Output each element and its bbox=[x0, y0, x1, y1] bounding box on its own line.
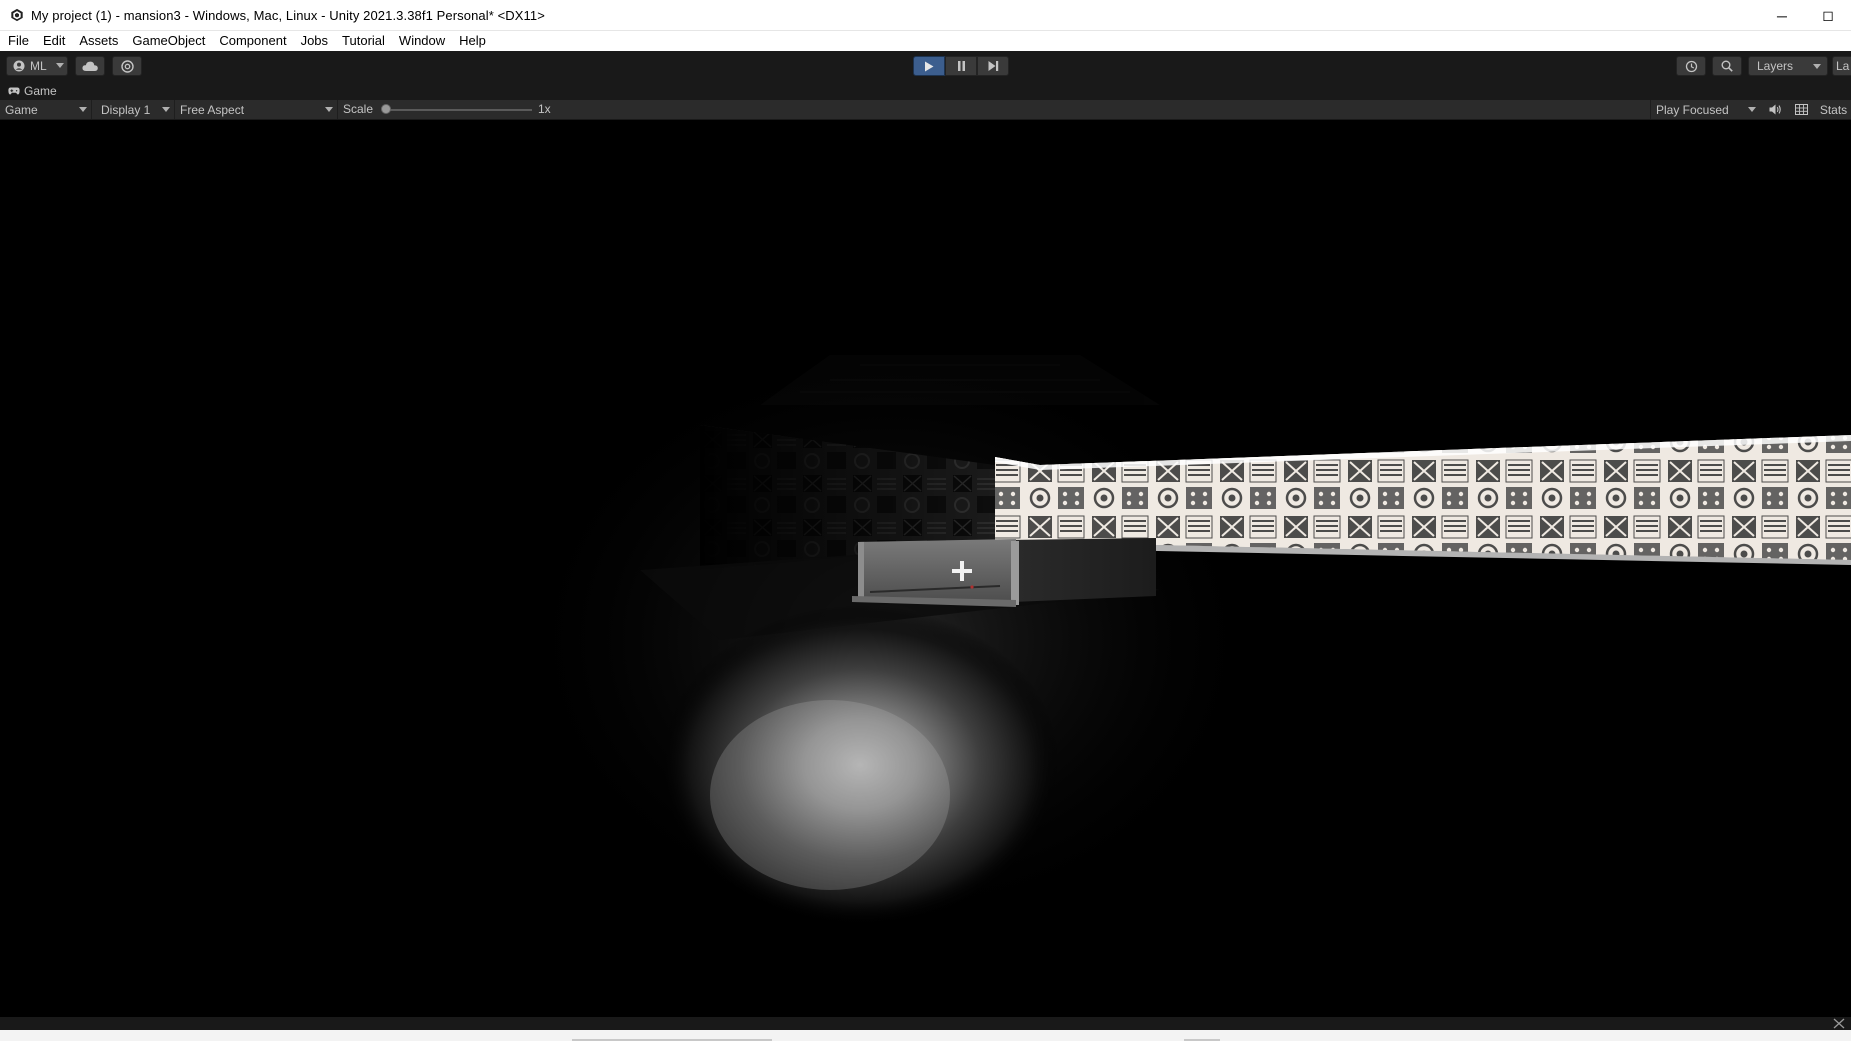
view-mode-label: Game bbox=[5, 102, 38, 117]
game-view-toolbar: Game Display 1 Free Aspect Scale 1x Play… bbox=[0, 100, 1851, 120]
grid-icon bbox=[1794, 104, 1808, 115]
taskbar-edge bbox=[0, 1030, 1851, 1041]
stats-toggle[interactable]: Stats bbox=[1816, 100, 1851, 119]
game-render bbox=[0, 120, 1851, 1017]
step-button[interactable] bbox=[977, 56, 1009, 76]
window-title: My project (1) - mansion3 - Windows, Mac… bbox=[31, 7, 545, 23]
aspect-label: Free Aspect bbox=[180, 102, 245, 117]
menu-edit[interactable]: Edit bbox=[36, 31, 72, 51]
play-controls bbox=[913, 56, 1009, 76]
stats-label: Stats bbox=[1819, 102, 1848, 117]
chevron-down-icon bbox=[325, 107, 333, 112]
account-icon bbox=[13, 60, 25, 72]
unity-logo-icon bbox=[11, 8, 23, 22]
undo-history-button[interactable] bbox=[1676, 56, 1706, 76]
menu-bar: File Edit Assets GameObject Component Jo… bbox=[0, 31, 1851, 51]
menu-window[interactable]: Window bbox=[392, 31, 452, 51]
minimize-icon: ─ bbox=[1777, 7, 1787, 24]
collab-button[interactable] bbox=[112, 56, 142, 76]
menu-jobs[interactable]: Jobs bbox=[294, 31, 335, 51]
search-icon bbox=[1721, 60, 1733, 72]
layout-dropdown[interactable]: La bbox=[1832, 56, 1851, 76]
chevron-down-icon bbox=[55, 63, 64, 68]
play-button[interactable] bbox=[913, 56, 945, 76]
search-button[interactable] bbox=[1712, 56, 1742, 76]
display-dropdown[interactable]: Display 1 bbox=[96, 100, 175, 119]
tab-game[interactable]: Game bbox=[0, 81, 67, 100]
minimize-button[interactable]: ─ bbox=[1759, 0, 1805, 31]
step-icon bbox=[988, 61, 998, 71]
menu-help[interactable]: Help bbox=[452, 31, 493, 51]
chevron-down-icon bbox=[162, 107, 170, 112]
menu-assets[interactable]: Assets bbox=[72, 31, 125, 51]
crosshair-icon bbox=[952, 561, 972, 581]
cloud-button[interactable] bbox=[75, 56, 105, 76]
debug-icon bbox=[1833, 1018, 1845, 1029]
history-icon bbox=[1685, 60, 1697, 72]
maximize-button[interactable]: ◻ bbox=[1805, 0, 1851, 31]
editor-tab-bar: Game bbox=[0, 81, 1851, 100]
scale-slider-track[interactable] bbox=[385, 109, 532, 111]
collab-icon bbox=[120, 59, 134, 73]
layers-dropdown[interactable]: Layers bbox=[1748, 56, 1828, 76]
menu-gameobject[interactable]: GameObject bbox=[125, 31, 212, 51]
tab-game-label: Game bbox=[24, 83, 57, 98]
scale-label: Scale bbox=[343, 102, 374, 116]
maximize-icon: ◻ bbox=[1822, 7, 1834, 23]
main-toolbar: ML Layers La bbox=[0, 51, 1851, 81]
scale-slider-thumb[interactable] bbox=[381, 104, 391, 114]
chevron-down-icon bbox=[1813, 64, 1821, 69]
menu-file[interactable]: File bbox=[0, 31, 36, 51]
menu-component[interactable]: Component bbox=[212, 31, 293, 51]
mute-audio-button[interactable] bbox=[1764, 100, 1786, 119]
speaker-icon bbox=[1769, 104, 1781, 115]
layers-label: Layers bbox=[1757, 59, 1794, 73]
display-label: Display 1 bbox=[101, 102, 151, 117]
pause-button[interactable] bbox=[945, 56, 977, 76]
play-mode-label: Play Focused bbox=[1656, 102, 1729, 117]
play-icon bbox=[925, 61, 934, 71]
window-controls: ─ ◻ bbox=[1759, 0, 1851, 31]
scale-value: 1x bbox=[538, 102, 551, 116]
layout-label: La bbox=[1836, 59, 1850, 73]
aspect-dropdown[interactable]: Free Aspect bbox=[175, 100, 338, 119]
account-button[interactable]: ML bbox=[6, 56, 68, 76]
game-viewport[interactable] bbox=[0, 120, 1851, 1017]
account-label: ML bbox=[30, 59, 47, 73]
play-mode-dropdown[interactable]: Play Focused bbox=[1650, 100, 1760, 119]
window-titlebar: My project (1) - mansion3 - Windows, Mac… bbox=[0, 0, 1851, 31]
cloud-icon bbox=[82, 61, 98, 71]
gizmos-toggle[interactable] bbox=[1790, 100, 1812, 119]
status-bar bbox=[0, 1017, 1851, 1030]
chevron-down-icon bbox=[1748, 107, 1756, 112]
gamepad-icon bbox=[8, 87, 20, 95]
chevron-down-icon bbox=[79, 107, 87, 112]
menu-tutorial[interactable]: Tutorial bbox=[335, 31, 392, 51]
view-mode-dropdown[interactable]: Game bbox=[0, 100, 92, 119]
pause-icon bbox=[957, 61, 965, 71]
